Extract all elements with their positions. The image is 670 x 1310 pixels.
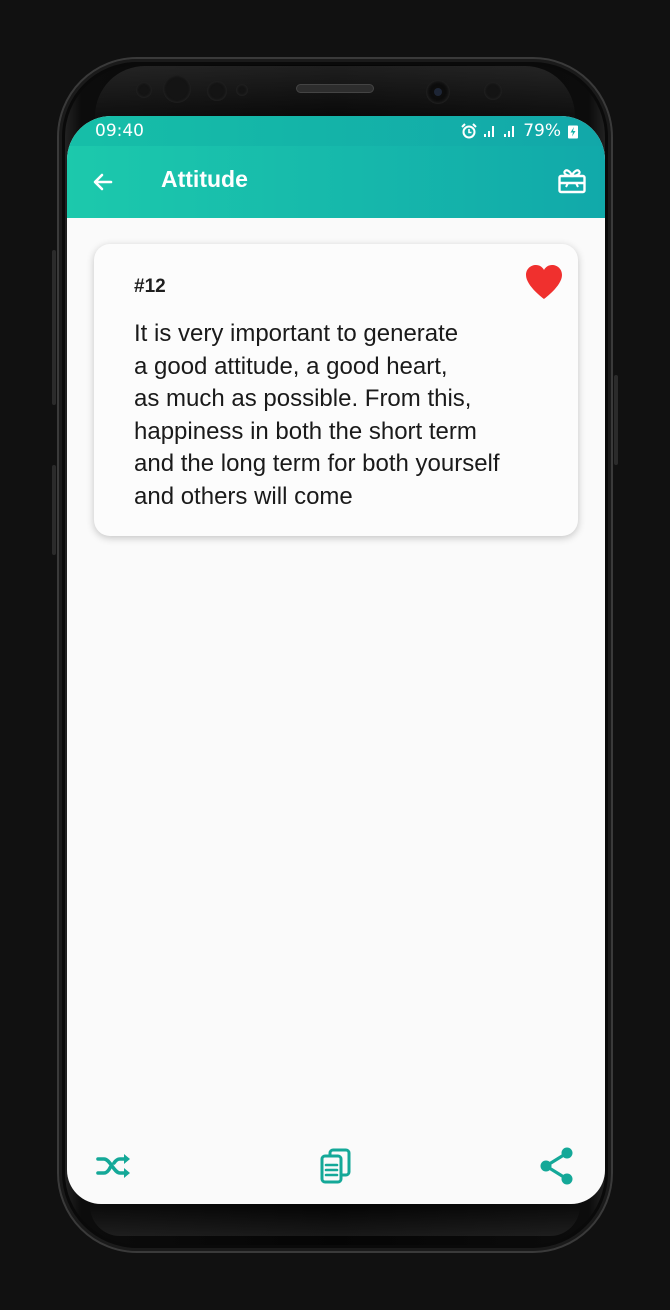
bixby-button (52, 465, 56, 555)
arrow-left-icon (93, 173, 113, 191)
copy-icon (320, 1148, 351, 1184)
sensor (207, 81, 227, 101)
share-icon (540, 1147, 573, 1185)
back-button[interactable] (89, 168, 117, 196)
earpiece-speaker (296, 84, 374, 93)
alarm-icon (461, 123, 477, 139)
quote-number: #12 (134, 276, 166, 297)
sensor (136, 82, 152, 98)
battery-charging-icon (568, 125, 578, 138)
signal-icon (484, 126, 495, 137)
status-icons: 79% (461, 121, 579, 141)
bottom-toolbar (67, 1134, 605, 1204)
power-button (614, 375, 618, 465)
sensor (236, 84, 248, 96)
screen: 09:40 79% Attitude #12 It is very import… (67, 116, 605, 1204)
signal-icon (504, 126, 515, 137)
copy-button[interactable] (317, 1146, 357, 1186)
shuffle-icon (96, 1154, 130, 1178)
sensor (484, 82, 502, 100)
quote-text: It is very important to generate a good … (134, 320, 500, 510)
sensor (163, 75, 191, 103)
gift-button[interactable] (557, 166, 587, 196)
volume-button (52, 250, 56, 405)
battery-percent: 79% (523, 121, 561, 141)
status-time: 09:40 (95, 121, 144, 141)
front-camera (426, 80, 450, 104)
page-title: Attitude (161, 166, 248, 192)
gift-icon (558, 169, 586, 194)
app-bar: Attitude (67, 146, 605, 218)
share-button[interactable] (537, 1146, 577, 1186)
quote-card: #12 It is very important to generate a g… (94, 244, 578, 536)
bezel-highlight (90, 1206, 580, 1236)
favorite-button[interactable] (524, 264, 564, 300)
shuffle-button[interactable] (94, 1146, 134, 1186)
heart-icon (526, 265, 562, 299)
status-bar: 09:40 79% (67, 116, 605, 146)
